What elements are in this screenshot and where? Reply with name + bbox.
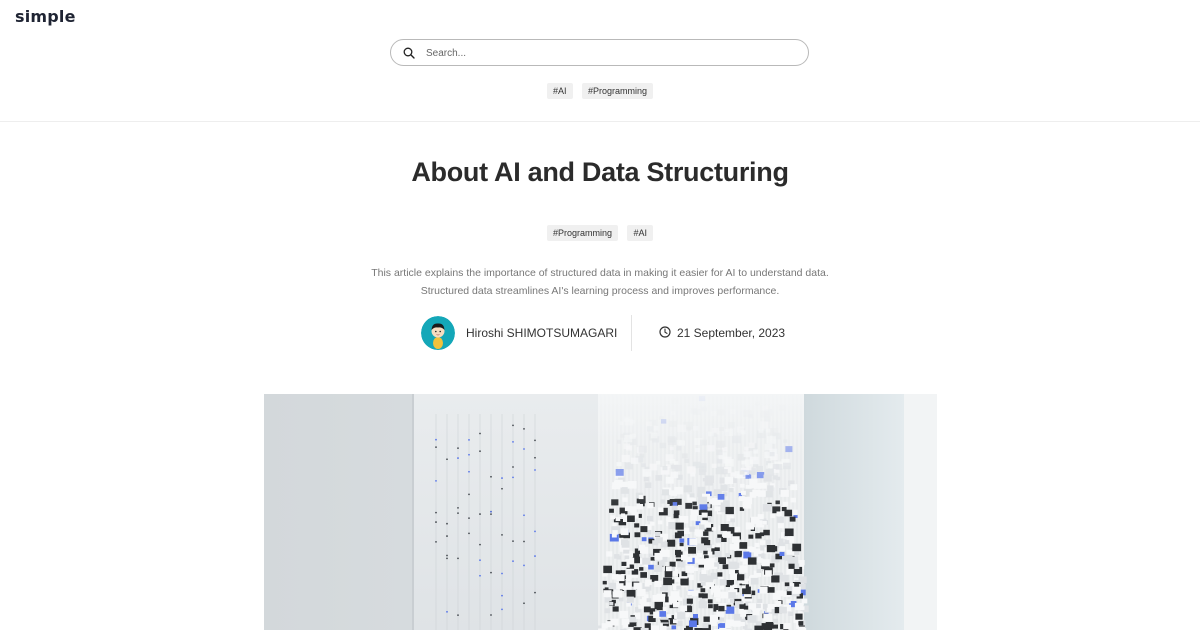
search-input[interactable]: [424, 43, 788, 64]
header-divider: [0, 121, 1200, 122]
author-name[interactable]: Hiroshi SHIMOTSUMAGARI: [466, 326, 617, 340]
header-tag-programming[interactable]: #Programming: [581, 83, 653, 99]
hero-image: [264, 394, 937, 630]
search-bar[interactable]: [390, 39, 809, 66]
article-tag-programming[interactable]: #Programming: [547, 225, 619, 241]
header-tag-list: #AI #Programming: [0, 81, 1200, 99]
article-description: This article explains the importance of …: [371, 267, 829, 297]
article-title: About AI and Data Structuring: [411, 157, 789, 187]
header-tag-ai[interactable]: #AI: [547, 83, 573, 99]
clock-icon: [659, 326, 671, 338]
site-logo[interactable]: simple: [15, 7, 76, 26]
author-avatar[interactable]: [421, 316, 455, 350]
article-tag-ai[interactable]: #AI: [627, 225, 653, 241]
publish-date: 21 September, 2023: [677, 326, 786, 340]
meta-divider: [631, 315, 632, 351]
search-icon: [403, 47, 415, 59]
article-tag-list: #Programming #AI: [0, 223, 1200, 241]
